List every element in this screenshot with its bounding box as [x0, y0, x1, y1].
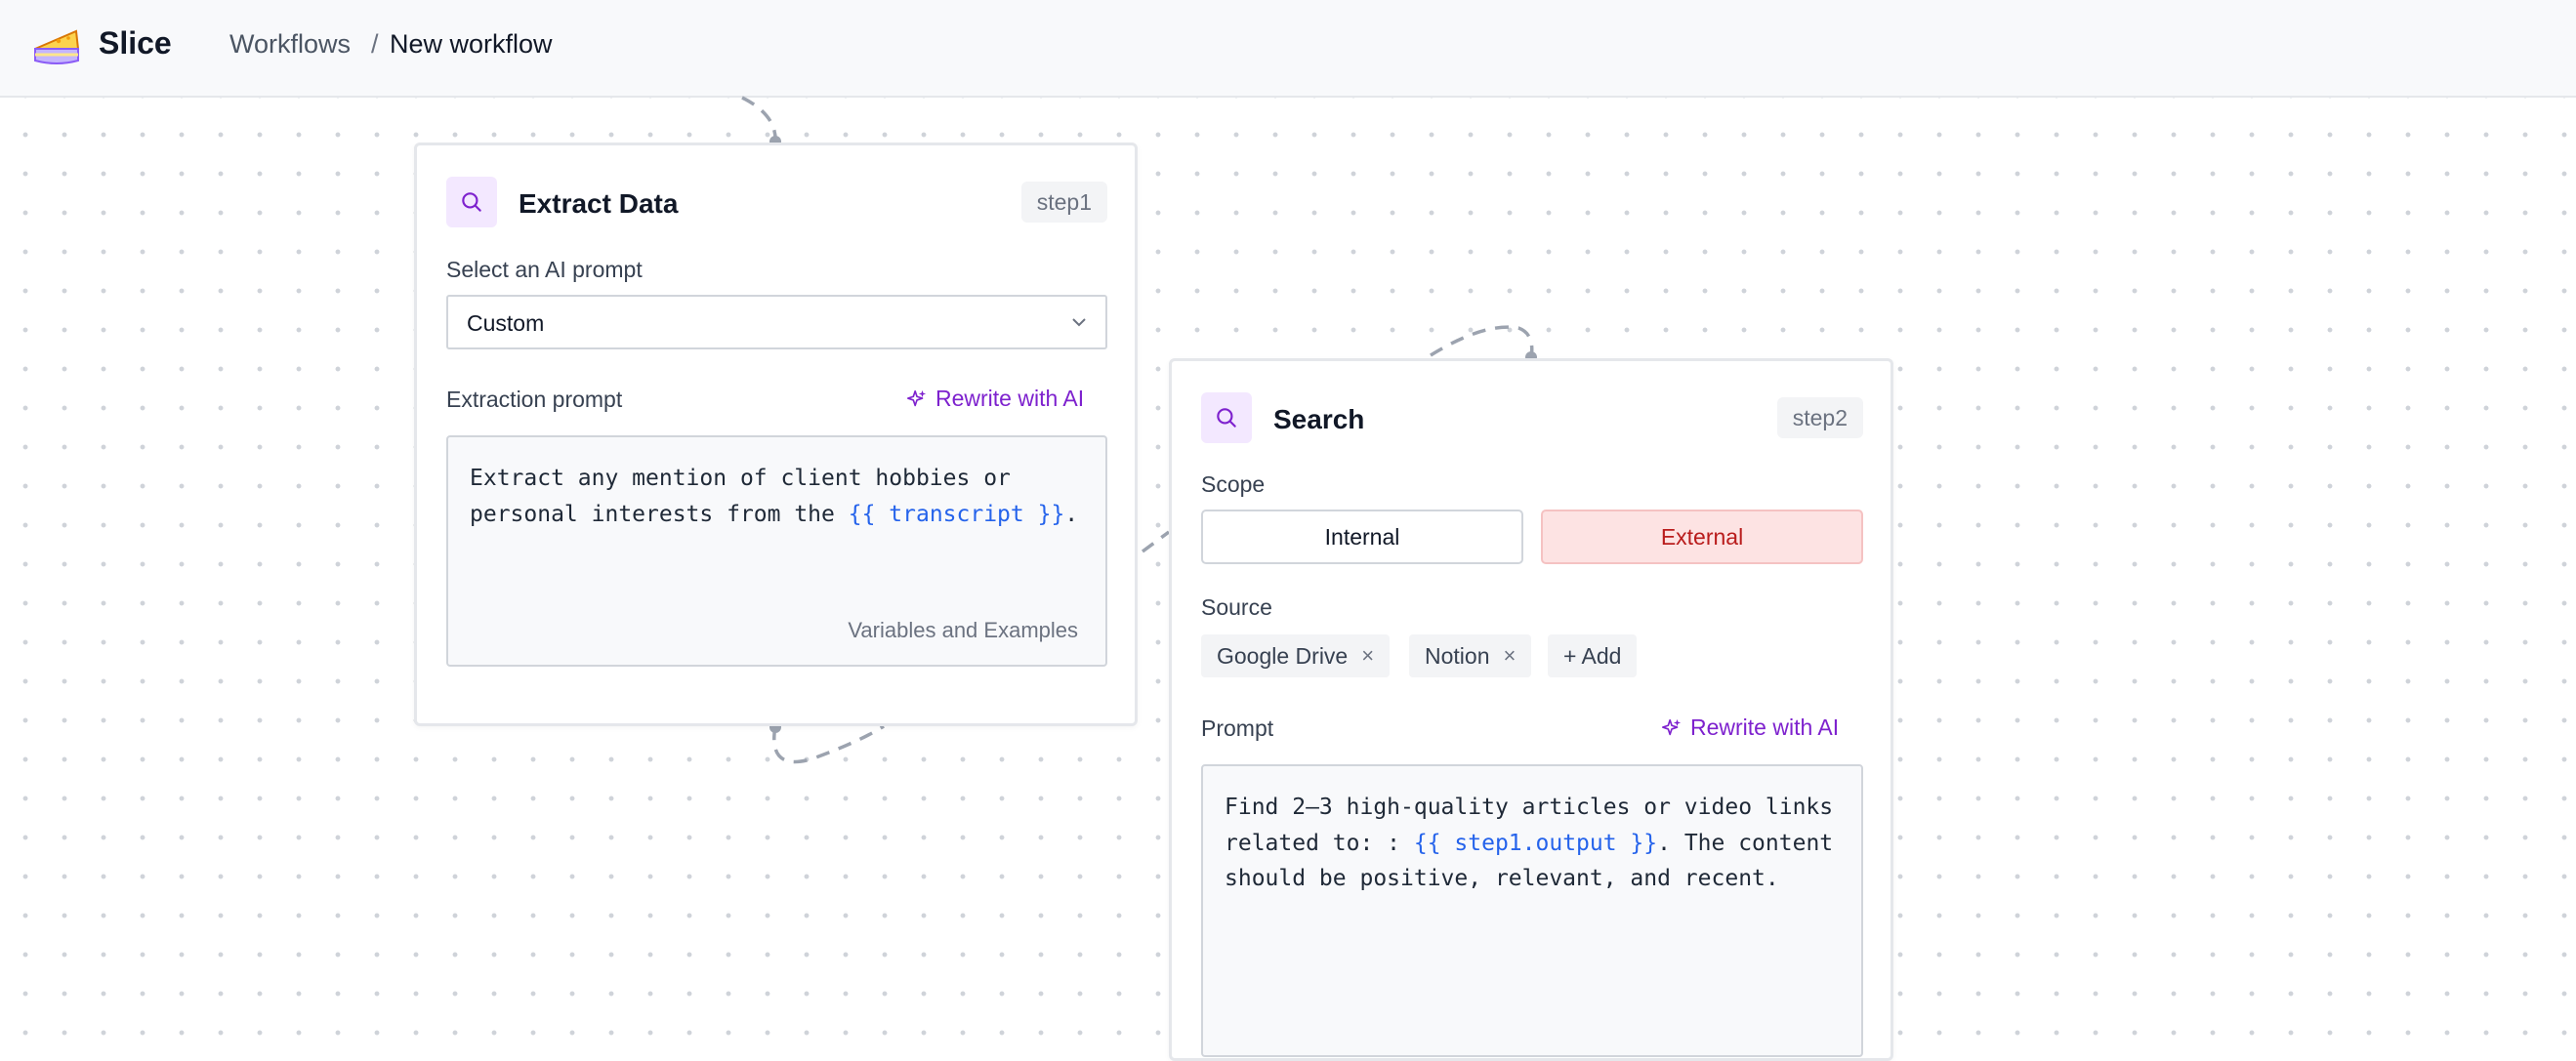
prompt-label: Prompt — [1201, 715, 1274, 741]
step-badge: step2 — [1776, 397, 1863, 438]
source-chip-google-drive: Google Drive × — [1201, 634, 1391, 677]
rewrite-label: Rewrite with AI — [1690, 714, 1840, 740]
source-chip-notion: Notion × — [1409, 634, 1532, 677]
prompt-text: Extract any mention of client hobbies or… — [470, 466, 1079, 527]
source-label: Source — [1201, 594, 1272, 620]
rewrite-with-ai-button[interactable]: Rewrite with AI — [906, 386, 1084, 412]
search-prompt-textarea[interactable]: Find 2–3 high-quality articles or video … — [1201, 764, 1863, 1057]
node-extract-data[interactable]: Extract Data step1 Select an AI prompt C… — [414, 143, 1138, 726]
top-bar: Slice Workflows / New workflow — [0, 0, 2576, 98]
chip-label: Notion — [1425, 642, 1490, 669]
scope-external-button[interactable]: External — [1541, 510, 1863, 564]
variable-step1-output[interactable]: {{ step1.output }} — [1414, 831, 1657, 856]
node-search[interactable]: Search step2 Scope Internal External Sou… — [1169, 358, 1893, 1061]
search-icon — [462, 192, 481, 212]
breadcrumb-current: New workflow — [390, 29, 553, 59]
breadcrumb-workflows[interactable]: Workflows — [229, 29, 351, 60]
sparkle-icon — [907, 389, 927, 406]
prompt-text: Find 2–3 high-quality articles or video … — [1225, 795, 1834, 891]
node-icon-container — [1201, 392, 1252, 443]
rewrite-with-ai-button[interactable]: Rewrite with AI — [1661, 714, 1839, 741]
chip-label: Google Drive — [1217, 642, 1349, 669]
node-title: Search — [1273, 404, 1365, 434]
app-name[interactable]: Slice — [99, 25, 172, 61]
remove-icon[interactable]: × — [1361, 643, 1374, 669]
node-icon-container — [446, 177, 497, 227]
search-icon — [1217, 408, 1236, 428]
rewrite-label: Rewrite with AI — [935, 386, 1085, 411]
extraction-prompt-textarea[interactable]: Extract any mention of client hobbies or… — [446, 435, 1107, 667]
remove-icon[interactable]: × — [1503, 643, 1516, 669]
scope-label: Scope — [1201, 471, 1266, 497]
breadcrumb-separator: / — [371, 29, 379, 59]
select-value: Custom — [467, 310, 545, 336]
slice-logo-icon — [34, 29, 80, 64]
select-prompt-label: Select an AI prompt — [446, 257, 643, 282]
sparkle-icon — [1662, 718, 1682, 735]
chevron-down-icon — [1072, 318, 1086, 327]
step-badge: step1 — [1020, 182, 1107, 223]
ai-prompt-select[interactable]: Custom — [446, 295, 1107, 349]
node-title: Extract Data — [519, 188, 679, 219]
variable-transcript[interactable]: {{ transcript }} — [849, 502, 1065, 527]
scope-internal-button[interactable]: Internal — [1201, 510, 1523, 564]
extraction-prompt-label: Extraction prompt — [446, 387, 623, 412]
variables-and-examples-link[interactable]: Variables and Examples — [848, 618, 1078, 643]
add-source-button[interactable]: + Add — [1548, 634, 1638, 677]
